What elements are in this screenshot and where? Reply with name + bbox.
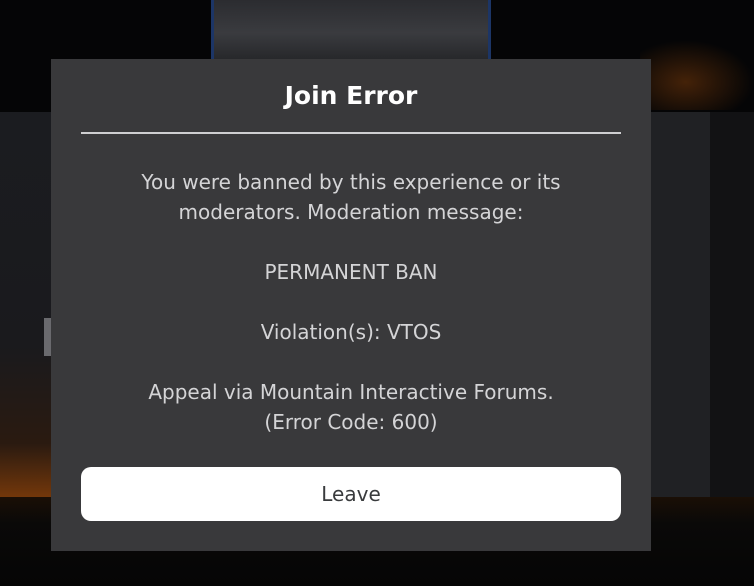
title-divider: [81, 132, 621, 134]
dialog-title: Join Error: [284, 81, 418, 110]
ban-type-line: PERMANENT BAN: [264, 260, 438, 284]
background-thumbnail: [211, 0, 491, 60]
background-panel-right: [650, 112, 710, 497]
error-message: You were banned by this experience or it…: [71, 167, 631, 437]
background-glow: [640, 40, 754, 110]
game-background: Join Error You were banned by this exper…: [0, 0, 754, 586]
background-right-edge: [710, 112, 754, 497]
violation-line: Violation(s): VTOS: [260, 320, 442, 344]
leave-button[interactable]: Leave: [81, 467, 621, 521]
message-line: moderators. Moderation message:: [178, 200, 524, 224]
message-line: You were banned by this experience or it…: [141, 170, 561, 194]
appeal-line: Appeal via Mountain Interactive Forums.: [148, 380, 554, 404]
error-code-line: (Error Code: 600): [264, 410, 438, 434]
join-error-dialog: Join Error You were banned by this exper…: [51, 59, 651, 551]
